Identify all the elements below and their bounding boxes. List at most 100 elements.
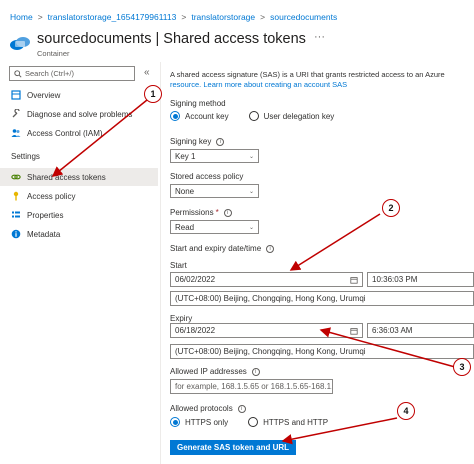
start-date-input[interactable]: 06/02/2022 bbox=[170, 272, 363, 287]
breadcrumb-storage-account[interactable]: translatorstorage bbox=[191, 12, 255, 22]
sidebar-item-properties[interactable]: Properties bbox=[0, 206, 158, 224]
breadcrumb-separator: > bbox=[181, 12, 187, 22]
breadcrumb-container[interactable]: sourcedocuments bbox=[270, 12, 337, 22]
learn-more-link[interactable]: resource. Learn more about creating an a… bbox=[170, 80, 474, 90]
permissions-label-text: Permissions bbox=[170, 208, 214, 217]
sidebar-item-label: Overview bbox=[27, 90, 61, 100]
start-expiry-label: Start and expiry date/time i bbox=[170, 244, 275, 253]
radio-https-and-http-label: HTTPS and HTTP bbox=[263, 417, 329, 427]
allowed-ip-label-text: Allowed IP addresses bbox=[170, 367, 247, 376]
radio-https-only-label: HTTPS only bbox=[185, 417, 229, 427]
calendar-icon[interactable] bbox=[350, 276, 358, 284]
breadcrumb-storage-account-deployment[interactable]: translatorstorage_1654179961113 bbox=[48, 12, 177, 22]
allowed-protocols-label-text: Allowed protocols bbox=[170, 404, 233, 413]
chevron-down-icon: ⌄ bbox=[248, 188, 254, 195]
start-time-value: 10:36:03 PM bbox=[372, 275, 418, 284]
expiry-date-value: 06/18/2022 bbox=[175, 326, 216, 335]
breadcrumb-separator: > bbox=[260, 12, 266, 22]
sidebar-item-label: Access policy bbox=[27, 191, 76, 201]
sidebar-search-input[interactable]: Search (Ctrl+/) bbox=[9, 66, 135, 81]
key-icon bbox=[11, 191, 21, 201]
radio-https-and-http[interactable] bbox=[248, 417, 259, 427]
radio-user-delegation-key[interactable] bbox=[248, 111, 259, 121]
permissions-select[interactable]: Read ⌄ bbox=[170, 220, 259, 234]
more-options-icon[interactable]: ··· bbox=[314, 31, 325, 43]
sas-description-text: A shared access signature (SAS) is a URI… bbox=[170, 70, 445, 79]
chevron-down-icon: ⌄ bbox=[248, 153, 254, 160]
search-placeholder: Search (Ctrl+/) bbox=[25, 69, 74, 78]
page-subtitle: Container bbox=[37, 49, 70, 58]
info-icon[interactable]: i bbox=[216, 137, 225, 146]
info-icon[interactable]: i bbox=[237, 404, 246, 413]
sidebar-item-label: Metadata bbox=[27, 229, 61, 239]
sas-description: A shared access signature (SAS) is a URI… bbox=[170, 70, 474, 90]
signing-method-group: Account key User delegation key bbox=[170, 111, 334, 121]
signing-key-label: Signing key i bbox=[170, 137, 225, 146]
info-icon[interactable]: i bbox=[266, 244, 275, 253]
allowed-ip-input[interactable]: for example, 168.1.5.65 or 168.1.5.65-16… bbox=[170, 379, 333, 394]
signing-method-label: Signing method bbox=[170, 99, 226, 108]
page-title: sourcedocuments | Shared access tokens bbox=[37, 31, 306, 47]
sidebar-item-label: Properties bbox=[27, 210, 64, 220]
stored-policy-label: Stored access policy bbox=[170, 172, 243, 181]
stored-policy-select[interactable]: None ⌄ bbox=[170, 184, 259, 198]
wrench-icon bbox=[11, 109, 21, 119]
search-icon bbox=[14, 69, 22, 78]
radio-account-key[interactable] bbox=[170, 111, 180, 121]
overview-icon bbox=[11, 90, 21, 100]
permissions-value: Read bbox=[175, 222, 195, 232]
link-icon bbox=[11, 172, 21, 182]
expiry-label: Expiry bbox=[170, 314, 193, 323]
info-icon[interactable]: i bbox=[223, 208, 232, 217]
annotation-arrow-2 bbox=[289, 213, 381, 271]
breadcrumb-separator: > bbox=[37, 12, 43, 22]
breadcrumb: Home > translatorstorage_1654179961113 >… bbox=[10, 12, 337, 22]
sidebar-item-access-policy[interactable]: Access policy bbox=[0, 187, 158, 205]
annotation-callout-3: 3 bbox=[453, 358, 471, 376]
sidebar-item-shared-access-tokens[interactable]: Shared access tokens bbox=[0, 168, 158, 186]
start-time-input[interactable]: 10:36:03 PM bbox=[367, 272, 474, 287]
signing-key-label-text: Signing key bbox=[170, 137, 212, 146]
start-expiry-label-text: Start and expiry date/time bbox=[170, 244, 262, 253]
collapse-sidebar-icon[interactable]: « bbox=[144, 67, 150, 78]
signing-key-value: Key 1 bbox=[175, 151, 196, 161]
generate-sas-button[interactable]: Generate SAS token and URL bbox=[170, 440, 296, 455]
calendar-icon[interactable] bbox=[350, 327, 358, 335]
expiry-date-input[interactable]: 06/18/2022 bbox=[170, 323, 363, 338]
sidebar-item-label: Diagnose and solve problems bbox=[27, 109, 133, 119]
signing-key-select[interactable]: Key 1 ⌄ bbox=[170, 149, 259, 163]
sidebar-divider bbox=[160, 62, 161, 464]
allowed-ip-placeholder: for example, 168.1.5.65 or 168.1.5.65-16… bbox=[175, 382, 333, 391]
info-icon[interactable]: i bbox=[251, 367, 260, 376]
expiry-time-input[interactable]: 6:36:03 AM bbox=[367, 323, 474, 338]
expiry-timezone-value: (UTC+08:00) Beijing, Chongqing, Hong Kon… bbox=[175, 347, 366, 356]
chevron-down-icon: ⌄ bbox=[248, 224, 254, 231]
annotation-callout-4: 4 bbox=[397, 402, 415, 420]
sidebar-item-metadata[interactable]: Metadata bbox=[0, 225, 158, 243]
radio-user-delegation-key-label: User delegation key bbox=[263, 111, 335, 121]
sidebar-item-label: Access Control (IAM) bbox=[27, 128, 103, 138]
sidebar-item-label: Shared access tokens bbox=[27, 172, 106, 182]
allowed-ip-label: Allowed IP addresses i bbox=[170, 367, 260, 376]
stored-policy-label-text: Stored access policy bbox=[170, 172, 244, 181]
annotation-callout-2: 2 bbox=[382, 199, 400, 217]
sidebar-item-overview[interactable]: Overview bbox=[0, 86, 158, 104]
sidebar-item-diagnose[interactable]: Diagnose and solve problems bbox=[0, 105, 158, 123]
radio-https-only[interactable] bbox=[170, 417, 180, 427]
radio-account-key-label: Account key bbox=[185, 111, 229, 121]
page-header: sourcedocuments | Shared access tokens C… bbox=[9, 31, 325, 58]
people-icon bbox=[11, 128, 21, 138]
allowed-protocols-label: Allowed protocols i bbox=[170, 404, 246, 413]
start-date-value: 06/02/2022 bbox=[175, 275, 216, 284]
start-timezone-select[interactable]: (UTC+08:00) Beijing, Chongqing, Hong Kon… bbox=[170, 291, 474, 306]
expiry-time-value: 6:36:03 AM bbox=[372, 326, 413, 335]
breadcrumb-home[interactable]: Home bbox=[10, 12, 33, 22]
info-icon bbox=[11, 229, 21, 239]
permissions-label: Permissions * i bbox=[170, 208, 232, 217]
expiry-timezone-select[interactable]: (UTC+08:00) Beijing, Chongqing, Hong Kon… bbox=[170, 344, 474, 359]
start-label: Start bbox=[170, 261, 187, 270]
sidebar-item-iam[interactable]: Access Control (IAM) bbox=[0, 124, 158, 142]
required-marker: * bbox=[215, 208, 219, 217]
annotation-callout-1: 1 bbox=[144, 85, 162, 103]
container-icon bbox=[10, 37, 30, 50]
